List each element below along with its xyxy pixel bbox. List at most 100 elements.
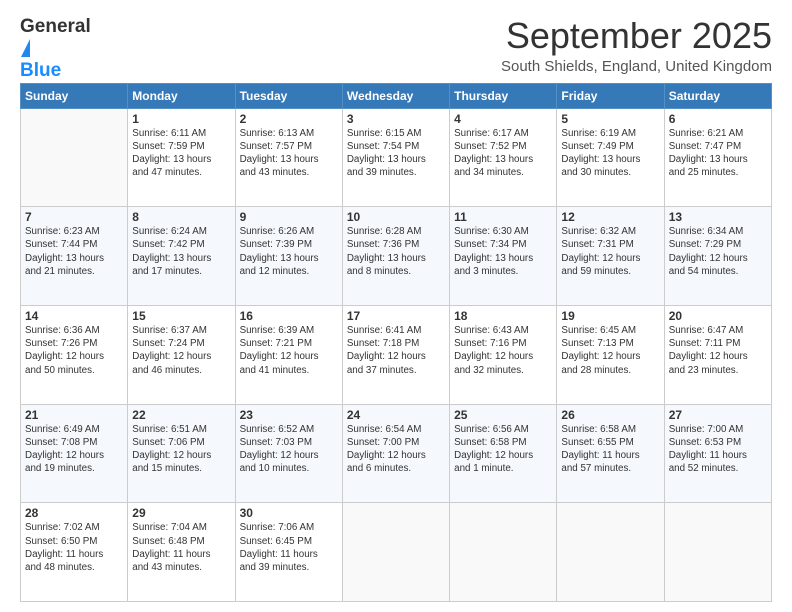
day-number: 17 (347, 309, 445, 323)
day-info: Sunrise: 6:23 AMSunset: 7:44 PMDaylight:… (25, 225, 123, 278)
day-info: Sunrise: 6:37 AMSunset: 7:24 PMDaylight:… (132, 324, 230, 377)
day-number: 6 (669, 112, 767, 126)
day-info: Sunrise: 6:30 AMSunset: 7:34 PMDaylight:… (454, 225, 552, 278)
table-row: 28Sunrise: 7:02 AMSunset: 6:50 PMDayligh… (21, 503, 128, 602)
table-row: 16Sunrise: 6:39 AMSunset: 7:21 PMDayligh… (235, 305, 342, 404)
day-info: Sunrise: 6:17 AMSunset: 7:52 PMDaylight:… (454, 127, 552, 180)
table-row: 8Sunrise: 6:24 AMSunset: 7:42 PMDaylight… (128, 207, 235, 306)
day-number: 24 (347, 408, 445, 422)
day-info: Sunrise: 6:39 AMSunset: 7:21 PMDaylight:… (240, 324, 338, 377)
table-row (21, 108, 128, 207)
table-row: 9Sunrise: 6:26 AMSunset: 7:39 PMDaylight… (235, 207, 342, 306)
day-number: 19 (561, 309, 659, 323)
day-info: Sunrise: 6:26 AMSunset: 7:39 PMDaylight:… (240, 225, 338, 278)
day-number: 7 (25, 210, 123, 224)
day-info: Sunrise: 6:56 AMSunset: 6:58 PMDaylight:… (454, 423, 552, 476)
header-friday: Friday (557, 83, 664, 108)
day-number: 21 (25, 408, 123, 422)
day-info: Sunrise: 7:04 AMSunset: 6:48 PMDaylight:… (132, 521, 230, 574)
table-row: 4Sunrise: 6:17 AMSunset: 7:52 PMDaylight… (450, 108, 557, 207)
table-row: 5Sunrise: 6:19 AMSunset: 7:49 PMDaylight… (557, 108, 664, 207)
calendar-week-row: 1Sunrise: 6:11 AMSunset: 7:59 PMDaylight… (21, 108, 772, 207)
table-row: 10Sunrise: 6:28 AMSunset: 7:36 PMDayligh… (342, 207, 449, 306)
location-title: South Shields, England, United Kingdom (501, 58, 772, 75)
day-info: Sunrise: 7:02 AMSunset: 6:50 PMDaylight:… (25, 521, 123, 574)
day-info: Sunrise: 6:21 AMSunset: 7:47 PMDaylight:… (669, 127, 767, 180)
day-number: 30 (240, 506, 338, 520)
day-number: 15 (132, 309, 230, 323)
day-number: 26 (561, 408, 659, 422)
day-info: Sunrise: 6:49 AMSunset: 7:08 PMDaylight:… (25, 423, 123, 476)
calendar-week-row: 28Sunrise: 7:02 AMSunset: 6:50 PMDayligh… (21, 503, 772, 602)
table-row: 19Sunrise: 6:45 AMSunset: 7:13 PMDayligh… (557, 305, 664, 404)
table-row: 29Sunrise: 7:04 AMSunset: 6:48 PMDayligh… (128, 503, 235, 602)
day-info: Sunrise: 6:11 AMSunset: 7:59 PMDaylight:… (132, 127, 230, 180)
day-info: Sunrise: 6:43 AMSunset: 7:16 PMDaylight:… (454, 324, 552, 377)
day-info: Sunrise: 6:13 AMSunset: 7:57 PMDaylight:… (240, 127, 338, 180)
day-info: Sunrise: 6:15 AMSunset: 7:54 PMDaylight:… (347, 127, 445, 180)
day-info: Sunrise: 6:58 AMSunset: 6:55 PMDaylight:… (561, 423, 659, 476)
day-number: 4 (454, 112, 552, 126)
day-info: Sunrise: 6:41 AMSunset: 7:18 PMDaylight:… (347, 324, 445, 377)
day-number: 13 (669, 210, 767, 224)
day-number: 23 (240, 408, 338, 422)
header-sunday: Sunday (21, 83, 128, 108)
calendar-table: Sunday Monday Tuesday Wednesday Thursday… (20, 83, 772, 602)
day-info: Sunrise: 7:00 AMSunset: 6:53 PMDaylight:… (669, 423, 767, 476)
table-row: 3Sunrise: 6:15 AMSunset: 7:54 PMDaylight… (342, 108, 449, 207)
day-number: 10 (347, 210, 445, 224)
header-wednesday: Wednesday (342, 83, 449, 108)
day-number: 16 (240, 309, 338, 323)
table-row: 23Sunrise: 6:52 AMSunset: 7:03 PMDayligh… (235, 404, 342, 503)
calendar-week-row: 7Sunrise: 6:23 AMSunset: 7:44 PMDaylight… (21, 207, 772, 306)
table-row (557, 503, 664, 602)
day-number: 1 (132, 112, 230, 126)
logo-line2: Blue (20, 60, 61, 81)
day-number: 11 (454, 210, 552, 224)
table-row: 1Sunrise: 6:11 AMSunset: 7:59 PMDaylight… (128, 108, 235, 207)
day-number: 2 (240, 112, 338, 126)
page: General Blue September 2025 South Shield… (0, 0, 792, 612)
table-row: 22Sunrise: 6:51 AMSunset: 7:06 PMDayligh… (128, 404, 235, 503)
calendar-week-row: 14Sunrise: 6:36 AMSunset: 7:26 PMDayligh… (21, 305, 772, 404)
day-info: Sunrise: 6:54 AMSunset: 7:00 PMDaylight:… (347, 423, 445, 476)
day-info: Sunrise: 6:45 AMSunset: 7:13 PMDaylight:… (561, 324, 659, 377)
day-number: 5 (561, 112, 659, 126)
day-info: Sunrise: 7:06 AMSunset: 6:45 PMDaylight:… (240, 521, 338, 574)
day-number: 27 (669, 408, 767, 422)
table-row: 14Sunrise: 6:36 AMSunset: 7:26 PMDayligh… (21, 305, 128, 404)
day-number: 25 (454, 408, 552, 422)
day-number: 9 (240, 210, 338, 224)
table-row: 21Sunrise: 6:49 AMSunset: 7:08 PMDayligh… (21, 404, 128, 503)
header-thursday: Thursday (450, 83, 557, 108)
table-row: 20Sunrise: 6:47 AMSunset: 7:11 PMDayligh… (664, 305, 771, 404)
table-row: 11Sunrise: 6:30 AMSunset: 7:34 PMDayligh… (450, 207, 557, 306)
day-number: 22 (132, 408, 230, 422)
table-row: 24Sunrise: 6:54 AMSunset: 7:00 PMDayligh… (342, 404, 449, 503)
header-monday: Monday (128, 83, 235, 108)
table-row: 15Sunrise: 6:37 AMSunset: 7:24 PMDayligh… (128, 305, 235, 404)
table-row (342, 503, 449, 602)
day-number: 3 (347, 112, 445, 126)
day-number: 20 (669, 309, 767, 323)
table-row: 12Sunrise: 6:32 AMSunset: 7:31 PMDayligh… (557, 207, 664, 306)
table-row (450, 503, 557, 602)
day-number: 8 (132, 210, 230, 224)
table-row: 13Sunrise: 6:34 AMSunset: 7:29 PMDayligh… (664, 207, 771, 306)
logo-triangle-icon (21, 39, 30, 57)
day-info: Sunrise: 6:52 AMSunset: 7:03 PMDaylight:… (240, 423, 338, 476)
header: General Blue September 2025 South Shield… (20, 16, 772, 75)
day-info: Sunrise: 6:51 AMSunset: 7:06 PMDaylight:… (132, 423, 230, 476)
day-info: Sunrise: 6:36 AMSunset: 7:26 PMDaylight:… (25, 324, 123, 377)
table-row: 30Sunrise: 7:06 AMSunset: 6:45 PMDayligh… (235, 503, 342, 602)
day-info: Sunrise: 6:28 AMSunset: 7:36 PMDaylight:… (347, 225, 445, 278)
day-info: Sunrise: 6:19 AMSunset: 7:49 PMDaylight:… (561, 127, 659, 180)
day-number: 14 (25, 309, 123, 323)
weekday-header-row: Sunday Monday Tuesday Wednesday Thursday… (21, 83, 772, 108)
table-row: 18Sunrise: 6:43 AMSunset: 7:16 PMDayligh… (450, 305, 557, 404)
day-info: Sunrise: 6:34 AMSunset: 7:29 PMDaylight:… (669, 225, 767, 278)
logo: General Blue (20, 16, 100, 61)
day-info: Sunrise: 6:32 AMSunset: 7:31 PMDaylight:… (561, 225, 659, 278)
day-number: 18 (454, 309, 552, 323)
table-row: 7Sunrise: 6:23 AMSunset: 7:44 PMDaylight… (21, 207, 128, 306)
